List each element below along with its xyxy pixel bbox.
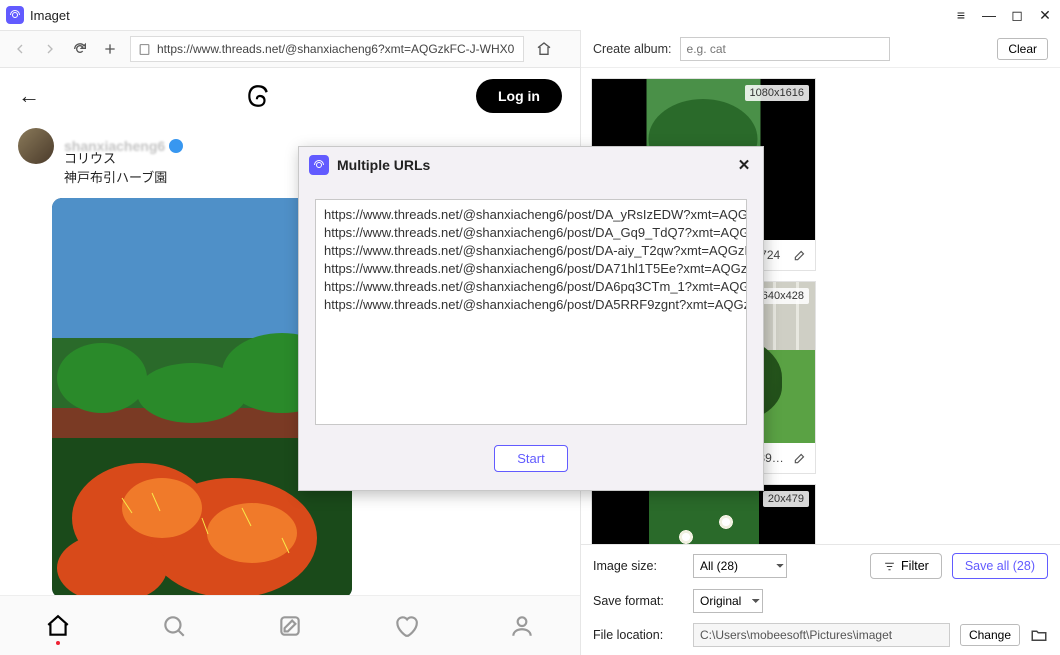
dimension-badge: 1080x1616 [745, 85, 809, 101]
url-list-textarea[interactable]: https://www.threads.net/@shanxiacheng6/p… [315, 199, 747, 425]
nav-compose-icon[interactable] [277, 613, 303, 639]
nav-home-icon[interactable] [45, 613, 71, 639]
multiple-urls-modal: Multiple URLs ✕ https://www.threads.net/… [298, 146, 764, 491]
album-input[interactable] [680, 37, 890, 61]
reload-icon[interactable] [70, 39, 90, 59]
change-button[interactable]: Change [960, 624, 1020, 646]
nav-heart-icon[interactable] [393, 613, 419, 639]
folder-icon[interactable] [1030, 626, 1048, 644]
save-format-label: Save format: [593, 594, 683, 608]
album-label: Create album: [593, 42, 672, 56]
save-all-button[interactable]: Save all (28) [952, 553, 1048, 579]
tag-icon[interactable] [534, 39, 554, 59]
modal-title-text: Multiple URLs [337, 157, 430, 173]
minimize-icon[interactable]: — [980, 6, 998, 24]
verified-icon [169, 139, 183, 153]
filter-button[interactable]: Filter [870, 553, 942, 579]
url-line: https://www.threads.net/@shanxiacheng6/p… [324, 224, 738, 242]
forward-icon[interactable] [40, 39, 60, 59]
url-bar[interactable]: https://www.threads.net/@shanxiacheng6?x… [130, 36, 524, 62]
image-card[interactable]: 20x479 461973853_1235102277687948_76 [591, 484, 816, 544]
file-location-label: File location: [593, 628, 683, 642]
modal-close-icon[interactable]: ✕ [735, 156, 753, 174]
nav-search-icon[interactable] [161, 613, 187, 639]
url-line: https://www.threads.net/@shanxiacheng6/p… [324, 296, 738, 314]
thumbnail: 20x479 [592, 485, 815, 544]
url-text: https://www.threads.net/@shanxiacheng6?x… [157, 42, 523, 56]
start-button[interactable]: Start [494, 445, 567, 472]
nav-profile-icon[interactable] [509, 613, 535, 639]
album-row: Create album: Clear [581, 30, 1060, 68]
app-title: Imaget [30, 8, 70, 23]
app-logo [6, 6, 24, 24]
login-button[interactable]: Log in [476, 79, 562, 113]
edit-icon[interactable] [793, 451, 807, 465]
bottom-nav [0, 595, 580, 655]
dimension-badge: 20x479 [763, 491, 809, 507]
url-line: https://www.threads.net/@shanxiacheng6/p… [324, 260, 738, 278]
titlebar: Imaget ≡ — ◻ ✕ [0, 0, 1060, 30]
threads-logo-icon [245, 83, 271, 109]
threads-back-icon[interactable]: ← [18, 83, 40, 109]
close-window-icon[interactable]: ✕ [1036, 6, 1054, 24]
menu-icon[interactable]: ≡ [952, 6, 970, 24]
threads-header: ← Log in [0, 68, 580, 124]
url-line: https://www.threads.net/@shanxiacheng6/p… [324, 206, 738, 224]
edit-icon[interactable] [793, 248, 807, 262]
avatar[interactable] [18, 128, 54, 164]
new-tab-icon[interactable] [100, 39, 120, 59]
url-line: https://www.threads.net/@shanxiacheng6/p… [324, 278, 738, 296]
profile-username: shanxiacheng6 [64, 138, 165, 154]
file-location-input[interactable] [693, 623, 950, 647]
maximize-icon[interactable]: ◻ [1008, 6, 1026, 24]
back-icon[interactable] [10, 39, 30, 59]
page-icon [131, 43, 157, 56]
modal-logo-icon [309, 155, 329, 175]
clear-button[interactable]: Clear [997, 38, 1048, 60]
image-size-select[interactable]: All (28) [693, 554, 787, 578]
save-format-select[interactable]: Original [693, 589, 763, 613]
bottom-controls: Image size: All (28) Filter Save all (28… [581, 544, 1060, 655]
url-line: https://www.threads.net/@shanxiacheng6/p… [324, 242, 738, 260]
dimension-badge: 640x428 [757, 288, 809, 304]
image-size-label: Image size: [593, 559, 683, 573]
